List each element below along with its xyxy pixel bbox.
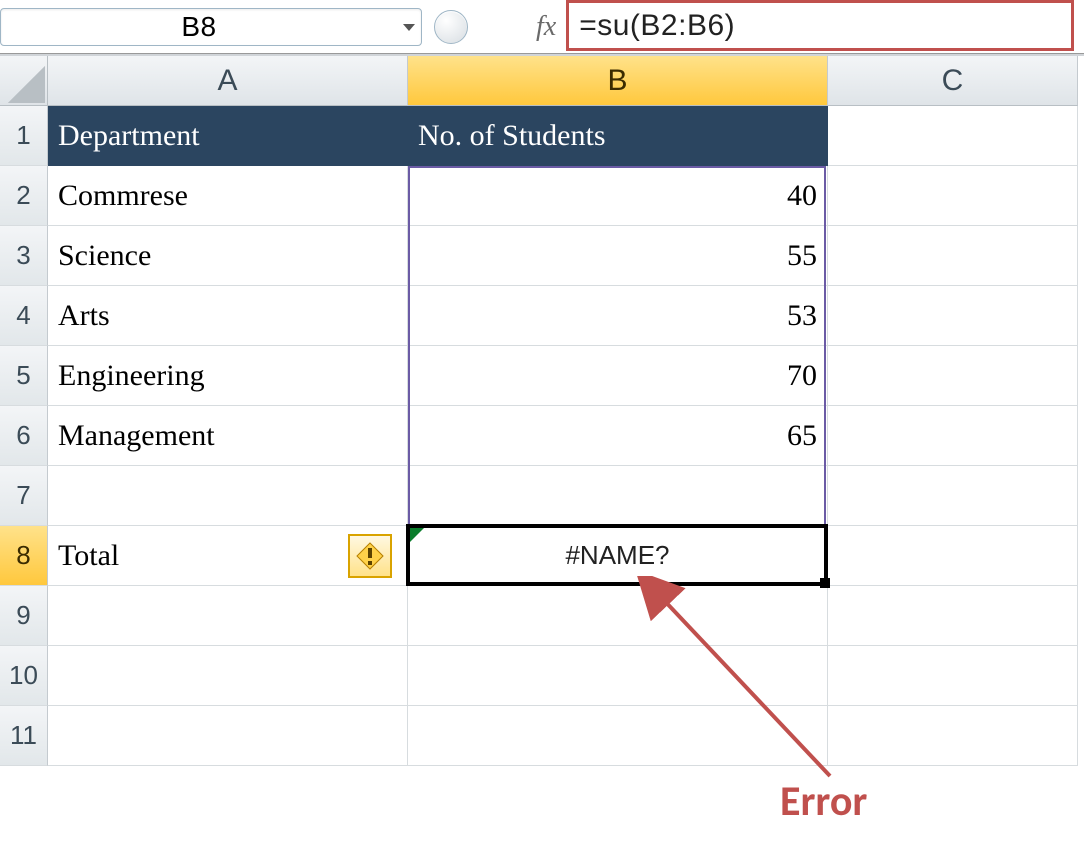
- cell-B3[interactable]: 55: [408, 226, 828, 286]
- row-header-3[interactable]: 3: [0, 226, 48, 286]
- column-headers: A B C: [48, 56, 1078, 106]
- col-header-A[interactable]: A: [48, 56, 408, 106]
- cell-C11[interactable]: [828, 706, 1078, 766]
- formula-input-highlight: =su(B2:B6): [566, 0, 1074, 51]
- row-header-1[interactable]: 1: [0, 106, 48, 166]
- row-header-5[interactable]: 5: [0, 346, 48, 406]
- spreadsheet-grid: A B C 1 2 3 4 5 6 7 8 9 10 11 Department…: [0, 56, 1084, 816]
- cell-B8[interactable]: #NAME?: [408, 526, 828, 586]
- col-header-B[interactable]: B: [408, 56, 828, 106]
- name-box-value: B8: [1, 11, 397, 43]
- cancel-button[interactable]: [434, 10, 468, 44]
- row-header-11[interactable]: 11: [0, 706, 48, 766]
- formula-input[interactable]: =su(B2:B6): [579, 9, 1061, 43]
- cell-C9[interactable]: [828, 586, 1078, 646]
- cell-B7[interactable]: [408, 466, 828, 526]
- cell-C1[interactable]: [828, 106, 1078, 166]
- cell-A7[interactable]: [48, 466, 408, 526]
- cell-C4[interactable]: [828, 286, 1078, 346]
- error-smart-tag[interactable]: [348, 534, 392, 578]
- cell-B4[interactable]: 53: [408, 286, 828, 346]
- cell-A9[interactable]: [48, 586, 408, 646]
- cell-A11[interactable]: [48, 706, 408, 766]
- name-box[interactable]: B8: [0, 8, 422, 46]
- cell-A10[interactable]: [48, 646, 408, 706]
- formula-bar: B8 fx =su(B2:B6): [0, 0, 1084, 54]
- cell-B10[interactable]: [408, 646, 828, 706]
- cell-A4[interactable]: Arts: [48, 286, 408, 346]
- cell-C5[interactable]: [828, 346, 1078, 406]
- cell-B11[interactable]: [408, 706, 828, 766]
- cell-A6[interactable]: Management: [48, 406, 408, 466]
- fx-icon[interactable]: fx: [476, 0, 562, 53]
- cell-A5[interactable]: Engineering: [48, 346, 408, 406]
- cell-B2[interactable]: 40: [408, 166, 828, 226]
- col-header-C[interactable]: C: [828, 56, 1078, 106]
- cell-C6[interactable]: [828, 406, 1078, 466]
- row-header-4[interactable]: 4: [0, 286, 48, 346]
- cell-C10[interactable]: [828, 646, 1078, 706]
- row-header-7[interactable]: 7: [0, 466, 48, 526]
- annotation-error-label: Error: [780, 776, 867, 827]
- row-headers: 1 2 3 4 5 6 7 8 9 10 11: [0, 106, 48, 766]
- cell-B6[interactable]: 65: [408, 406, 828, 466]
- cell-A1[interactable]: Department: [48, 106, 408, 166]
- cell-C7[interactable]: [828, 466, 1078, 526]
- select-all-corner[interactable]: [0, 56, 48, 106]
- row-header-8[interactable]: 8: [0, 526, 48, 586]
- cell-C8[interactable]: [828, 526, 1078, 586]
- cell-B1[interactable]: No. of Students: [408, 106, 828, 166]
- cell-B5[interactable]: 70: [408, 346, 828, 406]
- row-header-2[interactable]: 2: [0, 166, 48, 226]
- row-header-10[interactable]: 10: [0, 646, 48, 706]
- cell-A3[interactable]: Science: [48, 226, 408, 286]
- cell-C3[interactable]: [828, 226, 1078, 286]
- cell-A2[interactable]: Commrese: [48, 166, 408, 226]
- name-box-dropdown-icon[interactable]: [397, 19, 421, 35]
- cell-B9[interactable]: [408, 586, 828, 646]
- cells-area: Department No. of Students Commrese 40 S…: [48, 106, 1078, 766]
- row-header-6[interactable]: 6: [0, 406, 48, 466]
- row-header-9[interactable]: 9: [0, 586, 48, 646]
- cell-C2[interactable]: [828, 166, 1078, 226]
